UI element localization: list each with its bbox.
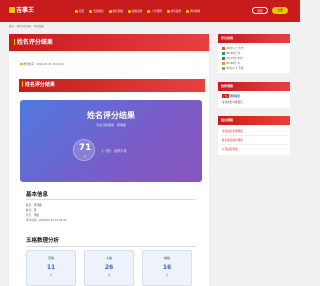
related-link[interactable]: 姓名配对缘分测试 bbox=[222, 138, 243, 142]
legend-item: 80-89分 吉 bbox=[222, 51, 240, 55]
baby-icon bbox=[89, 9, 93, 13]
score-level: 【一般】 运势平稳 bbox=[100, 149, 127, 153]
top-navbar: 吉事王 首页 宝宝取名 姓名测试 星座运势 八字测算 生肖运势 周公解梦 登录 … bbox=[0, 0, 300, 22]
info-given-name: 名字：泽媛 bbox=[26, 214, 39, 217]
info-time: 评分时间：2026-03-01 15:42:22 bbox=[26, 219, 67, 222]
login-button[interactable]: 登录 bbox=[252, 7, 268, 14]
score-hero-card: 姓名评分结果 专业分析报告 · 周泽媛 71 分 【一般】 运势平稳 bbox=[20, 100, 202, 182]
ad-line[interactable]: 广告 测算服务 bbox=[222, 94, 240, 98]
legend-header: 评分说明 bbox=[218, 34, 290, 43]
result-title: 姓名评分结果 bbox=[24, 82, 55, 88]
score-value: 71 bbox=[78, 143, 92, 153]
breadcrumb-name-test[interactable]: 姓名评分测试 bbox=[17, 25, 31, 28]
related-link[interactable]: 宝宝起名免费测试 bbox=[222, 129, 243, 133]
score-unit: 分 bbox=[83, 155, 87, 158]
star-icon bbox=[127, 9, 131, 13]
nav-item-home[interactable]: 首页 bbox=[75, 9, 84, 13]
ad-header: 推荐测算 bbox=[218, 82, 290, 91]
breadcrumb-home[interactable]: 首页 bbox=[9, 25, 14, 28]
clock-icon bbox=[20, 62, 23, 66]
wuge-dige: 地格 16 吉 bbox=[142, 250, 192, 286]
nav-item-baby-naming[interactable]: 宝宝取名 bbox=[89, 9, 104, 13]
nav-item-dream[interactable]: 周公解梦 bbox=[186, 9, 200, 13]
hero-title: 姓名评分结果 bbox=[87, 111, 135, 120]
score-circle: 71 分 bbox=[73, 139, 95, 161]
info-name: 姓名：周泽媛 bbox=[26, 204, 42, 207]
test-time: 检测时间：2026-03-01 15:42:22 bbox=[20, 62, 64, 66]
legend-item: 60分以下 不佳 bbox=[222, 66, 244, 70]
hero-subtitle: 专业分析报告 · 周泽媛 bbox=[96, 123, 126, 127]
breadcrumb: 首页›姓名评分测试›测试结果 bbox=[9, 25, 44, 28]
wuge-tiange: 天格 11 吉 bbox=[26, 250, 76, 286]
nav-item-horoscope[interactable]: 星座运势 bbox=[127, 9, 142, 13]
site-logo[interactable]: 吉事王 bbox=[9, 5, 34, 14]
nav-item-bazi[interactable]: 八字测算 bbox=[147, 9, 162, 13]
ad-badge: 广告 bbox=[222, 94, 229, 98]
logo-icon bbox=[9, 7, 15, 13]
wuge-renge: 人格 26 凶 bbox=[84, 250, 134, 286]
home-icon bbox=[75, 9, 78, 13]
basic-info-title: 基本信息 bbox=[26, 192, 49, 198]
related-header: 相关测算 bbox=[218, 116, 290, 125]
legend-item: 70-79分 中吉 bbox=[222, 56, 243, 60]
info-surname: 姓氏：周 bbox=[26, 209, 37, 212]
result-header: 姓名评分结果 bbox=[19, 79, 205, 92]
legend-item: 90分以上 大吉 bbox=[222, 46, 244, 50]
wuge-title: 五格数理分析 bbox=[26, 238, 60, 244]
register-button[interactable]: 注册 bbox=[272, 7, 288, 14]
page-title: 姓名评分结果 bbox=[16, 39, 53, 46]
ad-desc: 专业姓名详批报告 bbox=[222, 101, 243, 104]
legend-item: 60-69分 平 bbox=[222, 61, 240, 65]
nav-item-name-test[interactable]: 姓名测试 bbox=[108, 9, 123, 13]
calendar-icon bbox=[147, 9, 151, 13]
main-nav: 首页 宝宝取名 姓名测试 星座运势 八字测算 生肖运势 周公解梦 bbox=[75, 9, 205, 13]
zodiac-icon bbox=[166, 9, 170, 13]
ad-name: 测算服务 bbox=[229, 95, 241, 98]
nav-item-zodiac[interactable]: 生肖运势 bbox=[166, 9, 181, 13]
main-panel-header: 姓名评分结果 bbox=[9, 34, 209, 51]
name-icon bbox=[108, 9, 112, 13]
breadcrumb-current: 测试结果 bbox=[34, 25, 44, 28]
related-link[interactable]: 公司起名测试 bbox=[222, 147, 238, 151]
dream-icon bbox=[186, 9, 190, 13]
